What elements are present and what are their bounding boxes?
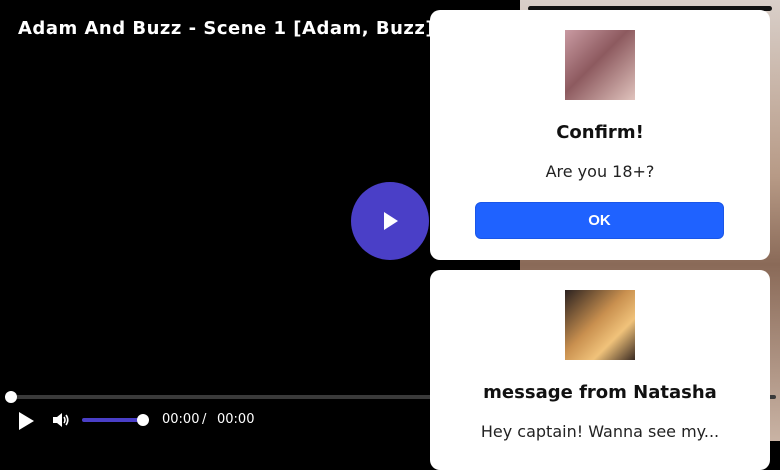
volume-button[interactable] (52, 412, 70, 433)
current-time: 00:00 (162, 412, 200, 427)
popup-avatar (565, 30, 635, 100)
popup-title: Confirm! (556, 122, 644, 143)
sender-avatar (565, 290, 635, 360)
message-title: message from Natasha (483, 382, 717, 403)
big-play-button[interactable] (351, 182, 429, 260)
video-title: Adam And Buzz - Scene 1 [Adam, Buzz].mp4 (18, 18, 433, 39)
duration: 00:00 (217, 412, 255, 427)
play-icon (19, 412, 34, 430)
volume-icon (53, 413, 69, 427)
ok-button[interactable]: OK (475, 202, 724, 239)
volume-handle[interactable] (137, 414, 149, 426)
play-icon (384, 212, 398, 230)
message-popup[interactable]: message from Natasha Hey captain! Wanna … (430, 270, 770, 470)
progress-handle[interactable] (5, 391, 17, 403)
message-preview: Hey captain! Wanna see my... (480, 422, 720, 441)
age-confirm-popup: Confirm! Are you 18+? OK (430, 10, 770, 260)
control-bar: 00:00 / 00:00 (0, 406, 430, 434)
time-separator: / (202, 412, 207, 427)
popup-message: Are you 18+? (545, 162, 655, 181)
volume-slider[interactable] (82, 418, 144, 422)
play-button[interactable] (16, 411, 36, 436)
